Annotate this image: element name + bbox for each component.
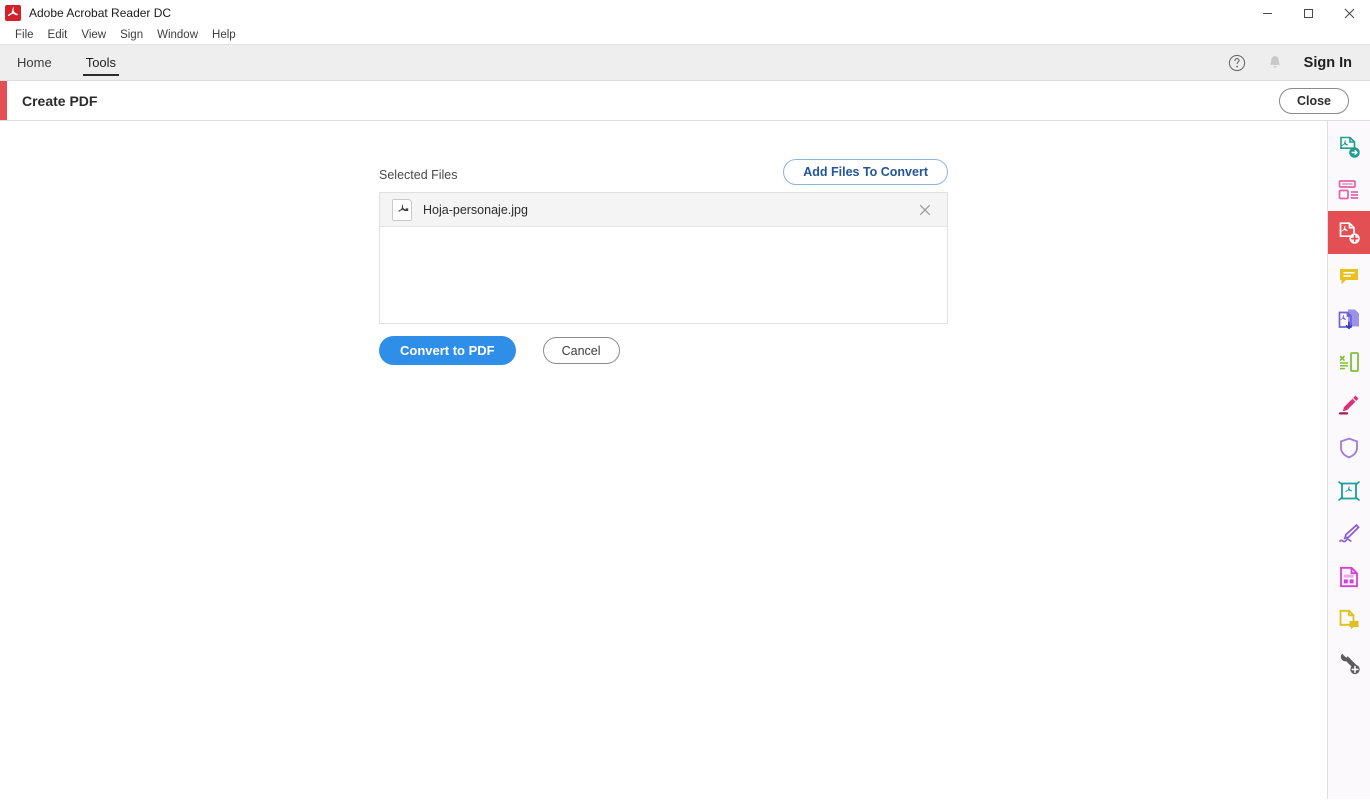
file-dropzone[interactable] bbox=[380, 227, 947, 323]
help-circle-icon[interactable] bbox=[1218, 45, 1256, 81]
tool-header: Create PDF Close bbox=[0, 81, 1370, 121]
sidebar-item-combine-files[interactable] bbox=[1328, 297, 1370, 340]
sidebar-item-create-pdf[interactable] bbox=[1328, 211, 1370, 254]
page-title: Create PDF bbox=[22, 92, 98, 109]
selected-files-label: Selected Files bbox=[379, 168, 458, 182]
sidebar-item-prepare-form[interactable] bbox=[1328, 555, 1370, 598]
protect-icon bbox=[1340, 437, 1358, 458]
image-file-icon bbox=[392, 198, 412, 221]
organize-pages-icon bbox=[1338, 179, 1358, 199]
app-title: Adobe Acrobat Reader DC bbox=[29, 6, 172, 20]
tool-accent-bar bbox=[0, 81, 7, 120]
create-pdf-panel: Selected Files Add Files To Convert Hoja… bbox=[379, 158, 948, 324]
tab-home[interactable]: Home bbox=[0, 45, 69, 80]
bell-icon[interactable] bbox=[1256, 45, 1294, 81]
tabbar: Home Tools Sign In bbox=[0, 45, 1370, 81]
menu-item-window[interactable]: Window bbox=[150, 28, 205, 42]
remove-file-icon[interactable] bbox=[916, 201, 934, 219]
sidebar-item-edit-pdf[interactable] bbox=[1328, 383, 1370, 426]
file-list-item[interactable]: Hoja-personaje.jpg bbox=[380, 193, 947, 227]
sidebar-item-compress-pdf[interactable] bbox=[1328, 340, 1370, 383]
menu-item-edit[interactable]: Edit bbox=[41, 28, 75, 42]
create-pdf-icon bbox=[1339, 221, 1360, 244]
sidebar-item-fill-and-sign[interactable] bbox=[1328, 512, 1370, 555]
main-content: Selected Files Add Files To Convert Hoja… bbox=[0, 121, 1327, 799]
combine-files-icon bbox=[1338, 309, 1359, 330]
redact-icon bbox=[1338, 480, 1360, 501]
edit-pdf-icon bbox=[1338, 395, 1359, 414]
sign-in-button[interactable]: Sign In bbox=[1294, 55, 1370, 71]
panel-header: Selected Files Add Files To Convert bbox=[379, 158, 948, 192]
sidebar-item-organize-pages[interactable] bbox=[1328, 168, 1370, 211]
tabbar-right-group: Sign In bbox=[1218, 45, 1370, 80]
maximize-icon[interactable] bbox=[1288, 0, 1329, 26]
menu-item-help[interactable]: Help bbox=[205, 28, 243, 42]
more-tools-icon bbox=[1340, 653, 1360, 674]
file-name-label: Hoja-personaje.jpg bbox=[423, 202, 528, 217]
sidebar-item-comment[interactable] bbox=[1328, 254, 1370, 297]
menu-item-file[interactable]: File bbox=[8, 28, 41, 42]
sidebar-item-export-pdf[interactable] bbox=[1328, 125, 1370, 168]
sidebar-item-redact[interactable] bbox=[1328, 469, 1370, 512]
tab-tools-label: Tools bbox=[85, 55, 117, 70]
body-wrap: Selected Files Add Files To Convert Hoja… bbox=[0, 121, 1370, 799]
close-button[interactable]: Close bbox=[1279, 87, 1349, 114]
compress-pdf-icon bbox=[1339, 351, 1359, 372]
window-controls bbox=[1247, 0, 1370, 26]
sidebar-item-protect[interactable] bbox=[1328, 426, 1370, 469]
tab-home-label: Home bbox=[17, 55, 52, 70]
panel-actions: Convert to PDF Cancel bbox=[379, 336, 620, 365]
sidebar-item-send-for-comments[interactable] bbox=[1328, 598, 1370, 641]
sidebar-item-more-tools[interactable] bbox=[1328, 641, 1370, 684]
send-comments-icon bbox=[1339, 609, 1359, 629]
acrobat-logo-icon bbox=[5, 5, 21, 21]
fill-and-sign-icon bbox=[1339, 523, 1360, 542]
selected-files-list[interactable]: Hoja-personaje.jpg bbox=[379, 192, 948, 324]
menu-item-view[interactable]: View bbox=[74, 28, 113, 42]
add-files-to-convert-button[interactable]: Add Files To Convert bbox=[783, 159, 948, 185]
tools-sidebar bbox=[1327, 121, 1370, 799]
comment-icon bbox=[1340, 268, 1358, 284]
export-pdf-icon bbox=[1340, 136, 1360, 158]
tab-tools[interactable]: Tools bbox=[69, 45, 133, 80]
menu-item-sign[interactable]: Sign bbox=[113, 28, 150, 42]
prepare-form-icon bbox=[1340, 566, 1358, 587]
menubar: File Edit View Sign Window Help bbox=[0, 26, 1370, 45]
close-icon[interactable] bbox=[1329, 0, 1370, 26]
window-titlebar: Adobe Acrobat Reader DC bbox=[0, 0, 1370, 26]
cancel-button[interactable]: Cancel bbox=[542, 337, 620, 364]
minimize-icon[interactable] bbox=[1247, 0, 1288, 26]
convert-to-pdf-button[interactable]: Convert to PDF bbox=[379, 336, 516, 365]
